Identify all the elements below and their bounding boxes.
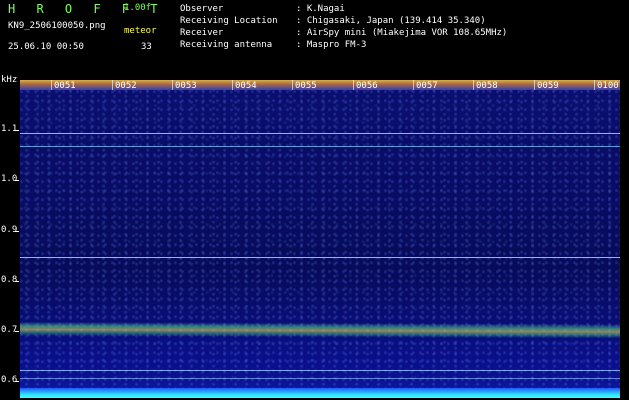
axis-tick-label: 0.6 xyxy=(1,375,18,385)
time-label: 0053 xyxy=(175,81,197,91)
axis-tick xyxy=(15,281,19,282)
info-value-receiver: : AirSpy mini (Miakejima VOR 108.65MHz) xyxy=(296,28,508,38)
info-label-receiver: Receiver xyxy=(180,28,224,38)
bottom-noise-band xyxy=(20,388,620,398)
meteor-count: 33 xyxy=(141,42,152,52)
minute-marker xyxy=(172,80,173,90)
time-label: 0055 xyxy=(295,81,317,91)
info-value-location: : Chigasaki, Japan (139.414 35.340) xyxy=(296,16,486,26)
info-value-observer: : K.Nagai xyxy=(296,4,345,14)
carrier-line xyxy=(20,370,620,371)
info-label-observer: Observer xyxy=(180,4,224,14)
carrier-line xyxy=(20,378,620,379)
file-name: KN9_2506100050.png xyxy=(8,21,106,31)
time-label: 0051 xyxy=(54,81,76,91)
version-label: 1.00f xyxy=(124,3,152,13)
minute-marker xyxy=(232,80,233,90)
header-panel: H R O F F T 1.00f KN9_2506100050.png met… xyxy=(0,0,629,78)
axis-tick-label: 1.1 xyxy=(1,124,18,134)
time-label: 0058 xyxy=(476,81,498,91)
time-label: 0056 xyxy=(356,81,378,91)
minute-marker xyxy=(112,80,113,90)
carrier-line xyxy=(20,257,620,258)
time-label: 0100 xyxy=(597,81,619,91)
meteor-label: meteor xyxy=(124,26,157,36)
minute-marker xyxy=(413,80,414,90)
axis-tick xyxy=(15,331,19,332)
minute-marker xyxy=(292,80,293,90)
datetime: 25.06.10 00:50 xyxy=(8,42,84,52)
axis-tick-label: 0.9 xyxy=(1,225,18,235)
minute-marker xyxy=(353,80,354,90)
time-label: 0057 xyxy=(416,81,438,91)
axis-tick-label: 1.0 xyxy=(1,174,18,184)
axis-unit: kHz xyxy=(1,75,18,85)
time-label: 0059 xyxy=(537,81,559,91)
axis-tick xyxy=(15,231,19,232)
axis-tick-label: 0.7 xyxy=(1,325,18,335)
info-value-antenna: : Maspro FM-3 xyxy=(296,40,367,50)
frequency-axis: kHz 1.1 1.0 0.9 0.8 0.7 0.6 xyxy=(0,75,20,400)
spectrogram: 0051 0052 0053 0054 0055 0056 0057 0058 … xyxy=(20,80,620,398)
minute-marker xyxy=(473,80,474,90)
time-label: 0052 xyxy=(115,81,137,91)
axis-tick xyxy=(15,180,19,181)
minute-marker xyxy=(51,80,52,90)
carrier-line xyxy=(20,146,620,147)
signal-band xyxy=(20,321,620,339)
axis-tick xyxy=(15,381,19,382)
axis-tick-label: 0.8 xyxy=(1,275,18,285)
info-label-location: Receiving Location xyxy=(180,16,278,26)
time-label: 0054 xyxy=(235,81,257,91)
spectrogram-background xyxy=(20,80,620,398)
carrier-line xyxy=(20,133,620,134)
info-label-antenna: Receiving antenna xyxy=(180,40,273,50)
minute-marker xyxy=(594,80,595,90)
axis-tick xyxy=(15,130,19,131)
top-noise-band xyxy=(20,80,620,90)
minute-marker xyxy=(534,80,535,90)
